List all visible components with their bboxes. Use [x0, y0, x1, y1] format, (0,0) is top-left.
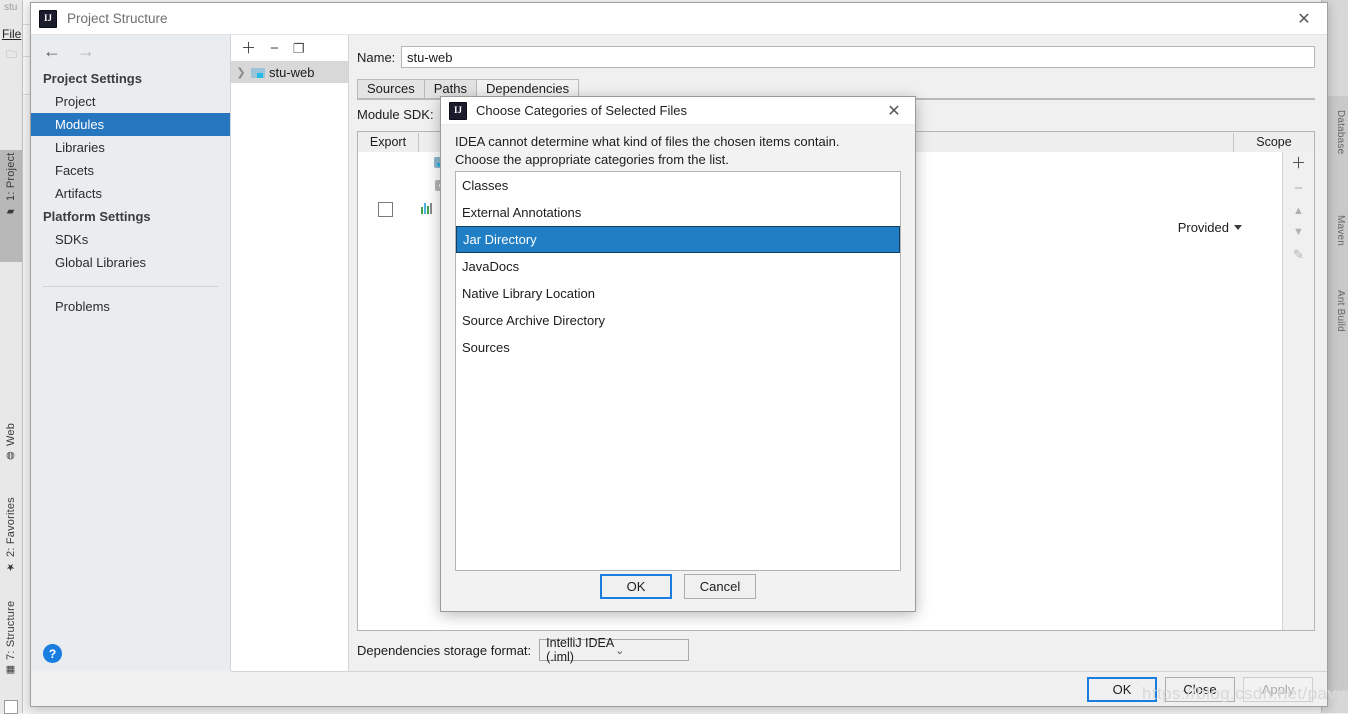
plus-icon[interactable]: ＋ — [1291, 156, 1306, 171]
minus-icon[interactable]: − — [1294, 181, 1303, 196]
window-titlebar: IJ Project Structure ✕ — [31, 3, 1327, 35]
sidebar-item-project[interactable]: ▰ 1: Project — [0, 150, 22, 262]
library-icon — [420, 202, 436, 217]
sidebar-item-modules[interactable]: Modules — [31, 113, 230, 136]
ide-menu-file[interactable]: File — [2, 27, 21, 41]
storage-format-row: Dependencies storage format: IntelliJ ID… — [357, 636, 690, 664]
settings-sidebar: ← → Project Settings Project Modules Lib… — [31, 35, 231, 671]
plus-icon[interactable]: ＋ — [241, 41, 256, 56]
sidebar-group-project-settings: Project Settings — [43, 71, 142, 86]
help-icon: ? — [43, 644, 62, 663]
intellij-logo-icon: IJ — [39, 9, 57, 28]
dialog-title: Choose Categories of Selected Files — [476, 103, 688, 118]
sidebar-item-global-libraries[interactable]: Global Libraries — [31, 251, 230, 274]
arrow-down-icon[interactable]: ▼ — [1293, 227, 1304, 238]
chevron-right-icon[interactable]: ❯ — [235, 66, 247, 79]
module-folder-icon — [251, 67, 265, 78]
watermark: https://blog.csdn.net/pavion — [1142, 684, 1348, 703]
dialog-cancel-button[interactable]: Cancel — [684, 574, 756, 599]
choose-categories-dialog: IJ Choose Categories of Selected Files ✕… — [440, 96, 916, 612]
help-button[interactable]: ? — [31, 636, 231, 671]
list-item-source-archive-directory[interactable]: Source Archive Directory — [456, 307, 900, 334]
sidebar-item-sdks[interactable]: SDKs — [31, 228, 230, 251]
ide-left-toolwindow-rail[interactable]: ▰ 1: Project ◍ Web ★ 2: Favorites ▦ 7: S… — [0, 0, 23, 713]
sidebar-item-favorites[interactable]: ★ 2: Favorites — [0, 494, 22, 598]
close-icon[interactable]: ✕ — [1287, 4, 1321, 34]
list-item-jar-directory[interactable]: Jar Directory — [456, 226, 900, 253]
name-label: Name: — [357, 49, 396, 65]
chevron-down-icon: ⌄ — [615, 644, 625, 657]
ide-project-label: stu — [4, 2, 18, 13]
copy-icon[interactable]: ❐ — [293, 42, 305, 55]
list-item-external-annotations[interactable]: External Annotations — [456, 199, 900, 226]
module-name: stu-web — [269, 64, 315, 80]
ide-open-folder-icon: 🗀 — [6, 49, 17, 61]
storage-format-select[interactable]: IntelliJ IDEA (.iml) ⌄ — [539, 636, 690, 664]
dialog-close-icon[interactable]: ✕ — [877, 98, 911, 124]
ide-status-box — [4, 700, 18, 714]
rail-tab-label: 7: Structure — [5, 601, 17, 661]
list-item[interactable]: ❯ stu-web — [231, 61, 348, 83]
name-input[interactable] — [401, 46, 1315, 68]
arrow-up-icon[interactable]: ▲ — [1293, 206, 1304, 217]
sidebar-nav: ← → — [31, 35, 230, 67]
arrow-right-icon[interactable]: → — [77, 42, 95, 60]
export-checkbox[interactable] — [378, 202, 393, 217]
dialog-titlebar: IJ Choose Categories of Selected Files ✕ — [441, 97, 915, 125]
list-item-javadocs[interactable]: JavaDocs — [456, 253, 900, 280]
modules-panel: ＋ − ❐ ❯ stu-web — [231, 35, 349, 671]
rail-tab-label: 1: Project — [5, 153, 17, 202]
storage-format-value: IntelliJ IDEA (.iml) — [546, 636, 614, 664]
modules-toolbar: ＋ − ❐ — [231, 35, 348, 61]
ide-menu-file-label: File — [2, 27, 22, 41]
arrow-left-icon[interactable]: ← — [43, 42, 61, 60]
rail-tab-label: 2: Favorites — [5, 497, 17, 557]
rail-tab-label: Web — [5, 423, 17, 447]
chevron-down-icon — [1234, 225, 1242, 230]
dialog-ok-button[interactable]: OK — [600, 574, 672, 599]
categories-list[interactable]: Classes External Annotations Jar Directo… — [455, 171, 901, 571]
minus-icon[interactable]: − — [270, 41, 279, 56]
structure-icon: ▦ — [5, 664, 16, 676]
scope-dropdown[interactable]: Provided — [1178, 220, 1242, 235]
scope-value: Provided — [1177, 220, 1229, 235]
list-item-native-library-location[interactable]: Native Library Location — [456, 280, 900, 307]
globe-icon: ◍ — [5, 450, 16, 462]
storage-format-label: Dependencies storage format: — [357, 642, 532, 658]
dependency-actions: ＋ − ▲ ▼ ✎ — [1282, 152, 1314, 630]
dialog-message: IDEA cannot determine what kind of files… — [455, 133, 901, 169]
dialog-message-line1: IDEA cannot determine what kind of files… — [455, 134, 840, 149]
module-sdk-label: Module SDK: — [357, 107, 434, 122]
column-header-export[interactable]: Export — [358, 132, 419, 152]
sidebar-item-problems[interactable]: Problems — [31, 287, 230, 318]
sidebar-item-structure[interactable]: ▦ 7: Structure — [0, 598, 22, 696]
folder-icon: ▰ — [5, 205, 16, 217]
column-header-scope[interactable]: Scope — [1234, 133, 1314, 152]
window-title: Project Structure — [67, 11, 168, 26]
sidebar-item-libraries[interactable]: Libraries — [31, 136, 230, 159]
sidebar-item-artifacts[interactable]: Artifacts — [31, 182, 230, 205]
list-item-sources[interactable]: Sources — [456, 334, 900, 361]
sidebar-item-project[interactable]: Project — [31, 90, 230, 113]
star-icon: ★ — [5, 560, 16, 573]
dialog-message-line2: Choose the appropriate categories from t… — [455, 152, 729, 167]
tab-sources[interactable]: Sources — [357, 79, 425, 99]
sidebar-group-platform-settings: Platform Settings — [43, 209, 151, 224]
edit-pencil-icon[interactable]: ✎ — [1293, 248, 1304, 261]
name-row: Name: — [357, 45, 1315, 69]
sidebar-item-facets[interactable]: Facets — [31, 159, 230, 182]
list-item-classes[interactable]: Classes — [456, 172, 900, 199]
sidebar-item-web[interactable]: ◍ Web — [0, 420, 22, 494]
intellij-logo-icon: IJ — [449, 101, 467, 120]
dialog-footer: OK Cancel — [441, 574, 901, 599]
